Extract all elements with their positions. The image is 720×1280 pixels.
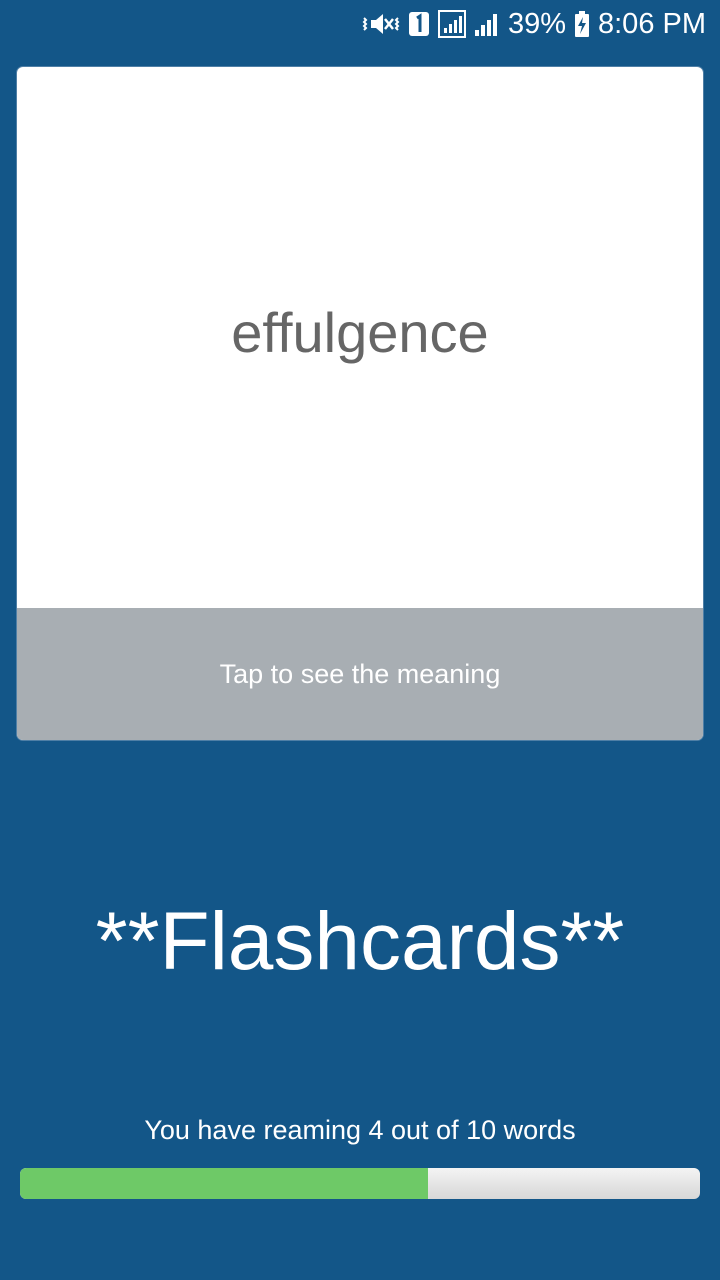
progress-text: You have reaming 4 out of 10 words bbox=[144, 1115, 576, 1145]
battery-charging-icon bbox=[574, 10, 590, 38]
progress-bar bbox=[20, 1168, 700, 1199]
app-title: **Flashcards** bbox=[95, 896, 625, 987]
tap-to-reveal-button[interactable]: Tap to see the meaning bbox=[17, 608, 703, 740]
sim-1-icon bbox=[408, 10, 430, 38]
clock: 8:06 PM bbox=[598, 7, 706, 40]
signal-sim2-icon bbox=[474, 10, 500, 38]
flashcard[interactable]: effulgence Tap to see the meaning bbox=[17, 67, 703, 740]
signal-sim1-icon bbox=[437, 10, 466, 38]
flashcard-word: effulgence bbox=[231, 301, 489, 364]
battery-percent: 39% bbox=[507, 7, 566, 40]
status-icons: 39% 8:06 PM bbox=[362, 6, 706, 42]
progress-bar-fill bbox=[20, 1168, 428, 1199]
vibrate-mute-icon bbox=[362, 10, 400, 38]
status-bar: 39% 8:06 PM bbox=[0, 0, 720, 48]
tap-to-reveal-label: Tap to see the meaning bbox=[219, 658, 501, 689]
